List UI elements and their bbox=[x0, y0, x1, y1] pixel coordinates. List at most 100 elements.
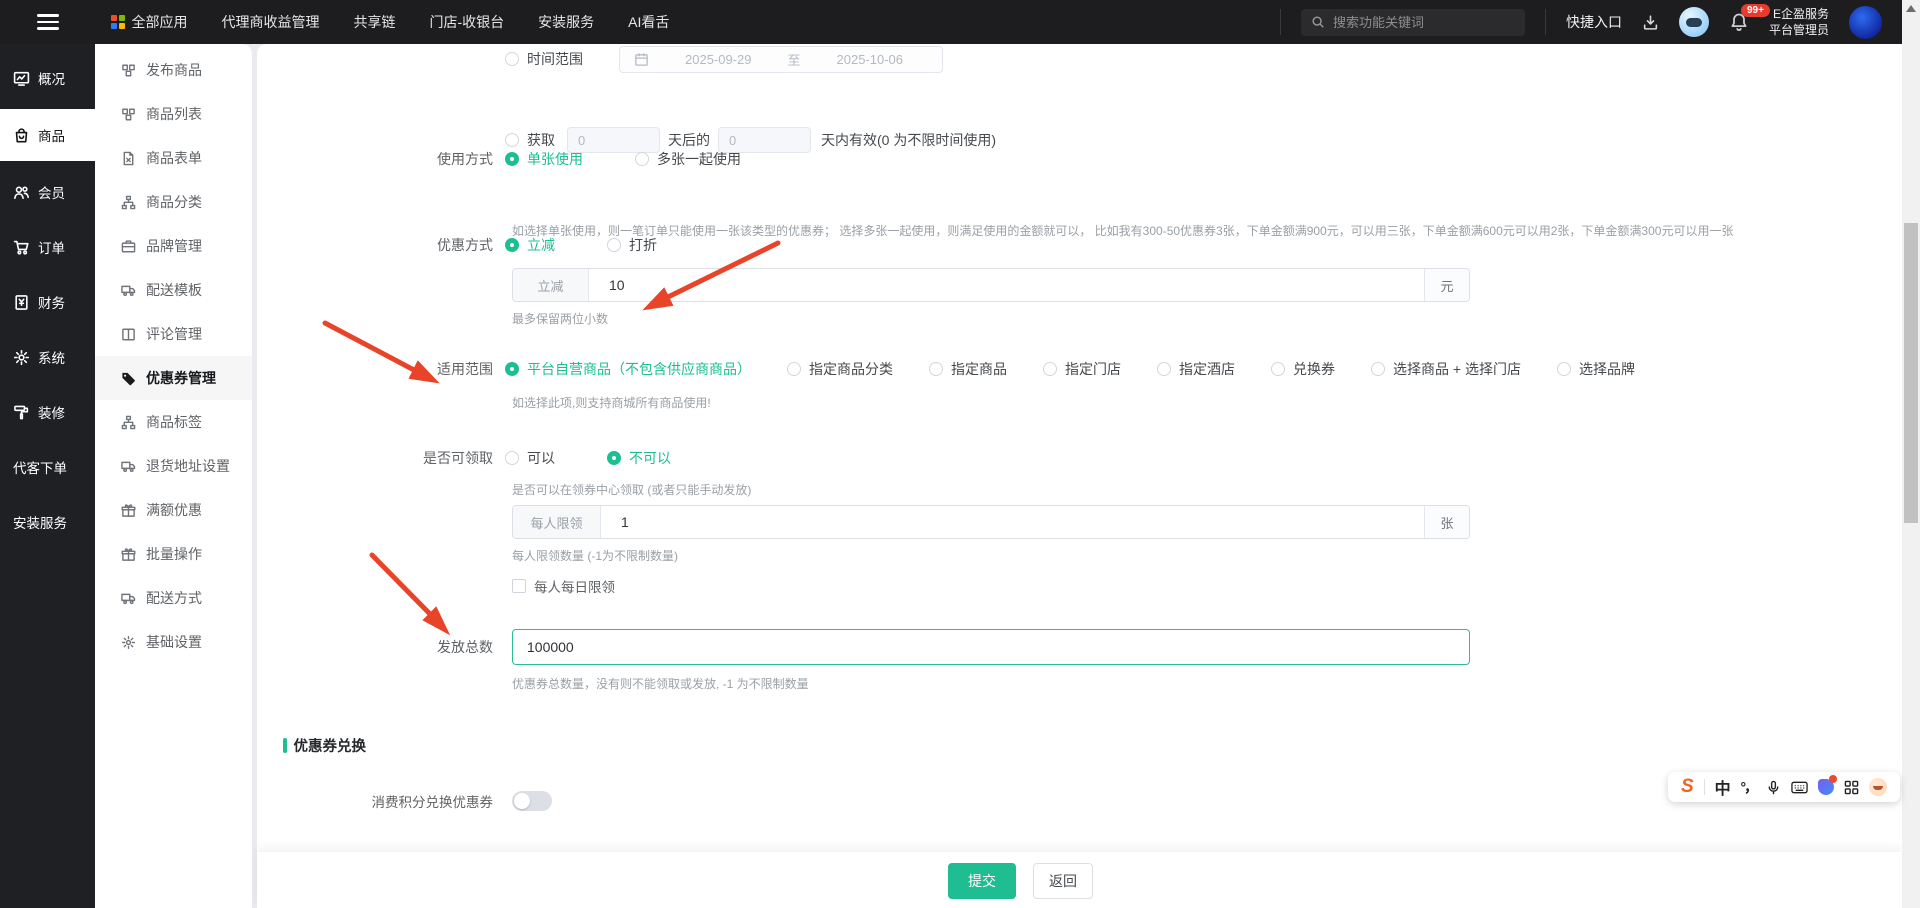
keyboard-icon[interactable] bbox=[1791, 780, 1808, 795]
search-box[interactable] bbox=[1300, 8, 1525, 36]
sidebar-item-评论管理[interactable]: 评论管理 bbox=[95, 312, 252, 356]
toolbox-grid-icon[interactable] bbox=[1844, 780, 1859, 795]
user-info[interactable]: E企盈服务 平台管理员 bbox=[1769, 6, 1829, 38]
radio-option-立减[interactable]: 立减 bbox=[505, 235, 555, 255]
radio-option-指定酒店[interactable]: 指定酒店 bbox=[1157, 359, 1235, 379]
hamburger-menu-icon[interactable] bbox=[0, 0, 95, 44]
sidebar-item-批量操作[interactable]: 批量操作 bbox=[95, 532, 252, 576]
sidebar-item-商品表单[interactable]: 商品表单 bbox=[95, 136, 252, 180]
rail-item-商品[interactable]: 商品 bbox=[0, 109, 95, 161]
usage-help-text: 如选择单张使用，则一笔订单只能使用一张该类型的优惠券； 选择多张一起使用，则满足… bbox=[512, 224, 1734, 238]
search-icon bbox=[1312, 16, 1324, 28]
radio-option-指定商品分类[interactable]: 指定商品分类 bbox=[787, 359, 893, 379]
scroll-up-arrow-icon[interactable] bbox=[1906, 5, 1916, 12]
punctuation-icon[interactable]: °， bbox=[1741, 777, 1759, 797]
usage-row: 使用方式 单张使用 多张一起使用 bbox=[257, 148, 741, 170]
quick-entry-link[interactable]: 快捷入口 bbox=[1566, 12, 1622, 32]
members-icon bbox=[13, 183, 31, 201]
nav-item-label: 共享链 bbox=[353, 14, 396, 30]
rail-item-概况[interactable]: 概况 bbox=[0, 54, 95, 102]
radio-option-平台自营商品（不包含供应商商品）[interactable]: 平台自营商品（不包含供应商商品） bbox=[505, 359, 751, 379]
chinese-mode-icon[interactable]: 中 bbox=[1715, 775, 1731, 799]
scope-options: 平台自营商品（不包含供应商商品） 指定商品分类 指定商品 指定门店 指定酒店 兑换券 选择商… bbox=[505, 359, 1635, 379]
radio-dot bbox=[1157, 362, 1171, 376]
download-icon[interactable] bbox=[1642, 14, 1659, 31]
date-range-picker[interactable]: 2025-09-29 至 2025-10-06 bbox=[619, 45, 943, 73]
radio-option-指定商品[interactable]: 指定商品 bbox=[929, 359, 1007, 379]
sidebar-item-商品列表[interactable]: 商品列表 bbox=[95, 92, 252, 136]
search-input[interactable] bbox=[1332, 14, 1503, 30]
sidebar-item-品牌管理[interactable]: 品牌管理 bbox=[95, 224, 252, 268]
daily-limit-checkbox[interactable] bbox=[512, 579, 526, 593]
total-input[interactable]: 100000 bbox=[512, 629, 1470, 665]
sidebar-item-基础设置[interactable]: 基础设置 bbox=[95, 620, 252, 664]
sidebar-item-商品分类[interactable]: 商品分类 bbox=[95, 180, 252, 224]
points-exchange-toggle[interactable] bbox=[512, 791, 552, 811]
rail-item-系统[interactable]: 系统 bbox=[0, 333, 95, 381]
radio-option-可以[interactable]: 可以 bbox=[505, 448, 555, 468]
nav-item-label: 安装服务 bbox=[538, 14, 595, 30]
date-end: 2025-10-06 bbox=[836, 51, 904, 67]
emoji-icon[interactable] bbox=[1868, 778, 1887, 796]
nav-item-代理商收益管理[interactable]: 代理商收益管理 bbox=[222, 12, 320, 32]
radio-option-选择商品 + 选择门店[interactable]: 选择商品 + 选择门店 bbox=[1371, 359, 1521, 379]
nav-item-共享链[interactable]: 共享链 bbox=[354, 12, 396, 32]
skin-icon[interactable] bbox=[1818, 775, 1837, 795]
sidebar-item-配送方式[interactable]: 配送方式 bbox=[95, 576, 252, 620]
sidebar-item-发布商品[interactable]: 发布商品 bbox=[95, 48, 252, 92]
rail-item-财务[interactable]: 财务 bbox=[0, 278, 95, 326]
nav-item-AI看舌[interactable]: AI看舌 bbox=[628, 12, 669, 32]
total-label: 发放总数 bbox=[437, 639, 493, 655]
scrollbar-thumb[interactable] bbox=[1904, 223, 1918, 523]
overview-icon bbox=[13, 69, 31, 87]
back-button[interactable]: 返回 bbox=[1033, 863, 1093, 899]
radio-label: 不可以 bbox=[629, 450, 671, 466]
radio-option-兑换券[interactable]: 兑换券 bbox=[1271, 359, 1335, 379]
radio-option-不可以[interactable]: 不可以 bbox=[607, 448, 671, 468]
rail-item-会员[interactable]: 会员 bbox=[0, 168, 95, 216]
sidebar-item-退货地址设置[interactable]: 退货地址设置 bbox=[95, 444, 252, 488]
discount-amount-input[interactable]: 10 bbox=[589, 269, 1424, 301]
nav-item-安装服务[interactable]: 安装服务 bbox=[538, 12, 594, 32]
sogou-logo-icon[interactable]: S bbox=[1681, 776, 1694, 798]
radio-dot bbox=[1371, 362, 1385, 376]
radio-acquire[interactable] bbox=[505, 133, 519, 147]
rail-item-订单[interactable]: 订单 bbox=[0, 223, 95, 271]
avatar[interactable] bbox=[1849, 5, 1882, 39]
limit-input[interactable]: 1 bbox=[601, 506, 1424, 538]
radio-option-指定门店[interactable]: 指定门店 bbox=[1043, 359, 1121, 379]
notification-bell[interactable]: 99+ bbox=[1729, 4, 1770, 32]
vertical-scrollbar[interactable] bbox=[1902, 0, 1920, 908]
nav-item-门店-收银台[interactable]: 门店-收银台 bbox=[430, 12, 505, 32]
ai-assistant-icon[interactable] bbox=[1678, 7, 1709, 37]
exchange-section-title: 优惠券兑换 bbox=[293, 739, 367, 755]
microphone-icon[interactable] bbox=[1766, 780, 1781, 795]
submit-button[interactable]: 提交 bbox=[948, 863, 1016, 899]
sidebar-item-label: 退货地址设置 bbox=[146, 458, 230, 474]
sidebar-item-label: 商品分类 bbox=[146, 194, 202, 210]
scope-label: 适用范围 bbox=[437, 361, 493, 377]
radio-option-打折[interactable]: 打折 bbox=[607, 235, 657, 255]
points-exchange-label: 消费积分兑换优惠券 bbox=[371, 795, 494, 810]
sidebar-item-label: 满额优惠 bbox=[146, 502, 202, 518]
rail-item-安装服务[interactable]: 安装服务 bbox=[0, 498, 95, 546]
radio-option-选择品牌[interactable]: 选择品牌 bbox=[1556, 359, 1635, 379]
radio-label: 指定门店 bbox=[1065, 361, 1121, 377]
acquire-label: 获取 bbox=[527, 132, 555, 148]
sidebar-item-优惠券管理[interactable]: 优惠券管理 bbox=[95, 356, 252, 400]
radio-option-多张一起使用[interactable]: 多张一起使用 bbox=[635, 149, 741, 169]
radio-dot bbox=[607, 451, 621, 465]
rail-item-装修[interactable]: 装修 bbox=[0, 388, 95, 436]
discount-amount-prefix: 立减 bbox=[513, 269, 589, 301]
sidebar-item-满额优惠[interactable]: 满额优惠 bbox=[95, 488, 252, 532]
radio-option-单张使用[interactable]: 单张使用 bbox=[505, 149, 583, 169]
rail-item-label: 概况 bbox=[38, 72, 65, 87]
cubes-icon bbox=[121, 107, 136, 122]
radio-time-range[interactable] bbox=[505, 52, 519, 66]
rail-item-代客下单[interactable]: 代客下单 bbox=[0, 443, 95, 491]
sidebar-item-配送模板[interactable]: 配送模板 bbox=[95, 268, 252, 312]
sidebar-item-商品标签[interactable]: 商品标签 bbox=[95, 400, 252, 444]
nav-item-全部应用[interactable]: 全部应用 bbox=[111, 12, 188, 32]
truck-icon bbox=[121, 283, 136, 298]
radio-dot bbox=[505, 238, 519, 252]
